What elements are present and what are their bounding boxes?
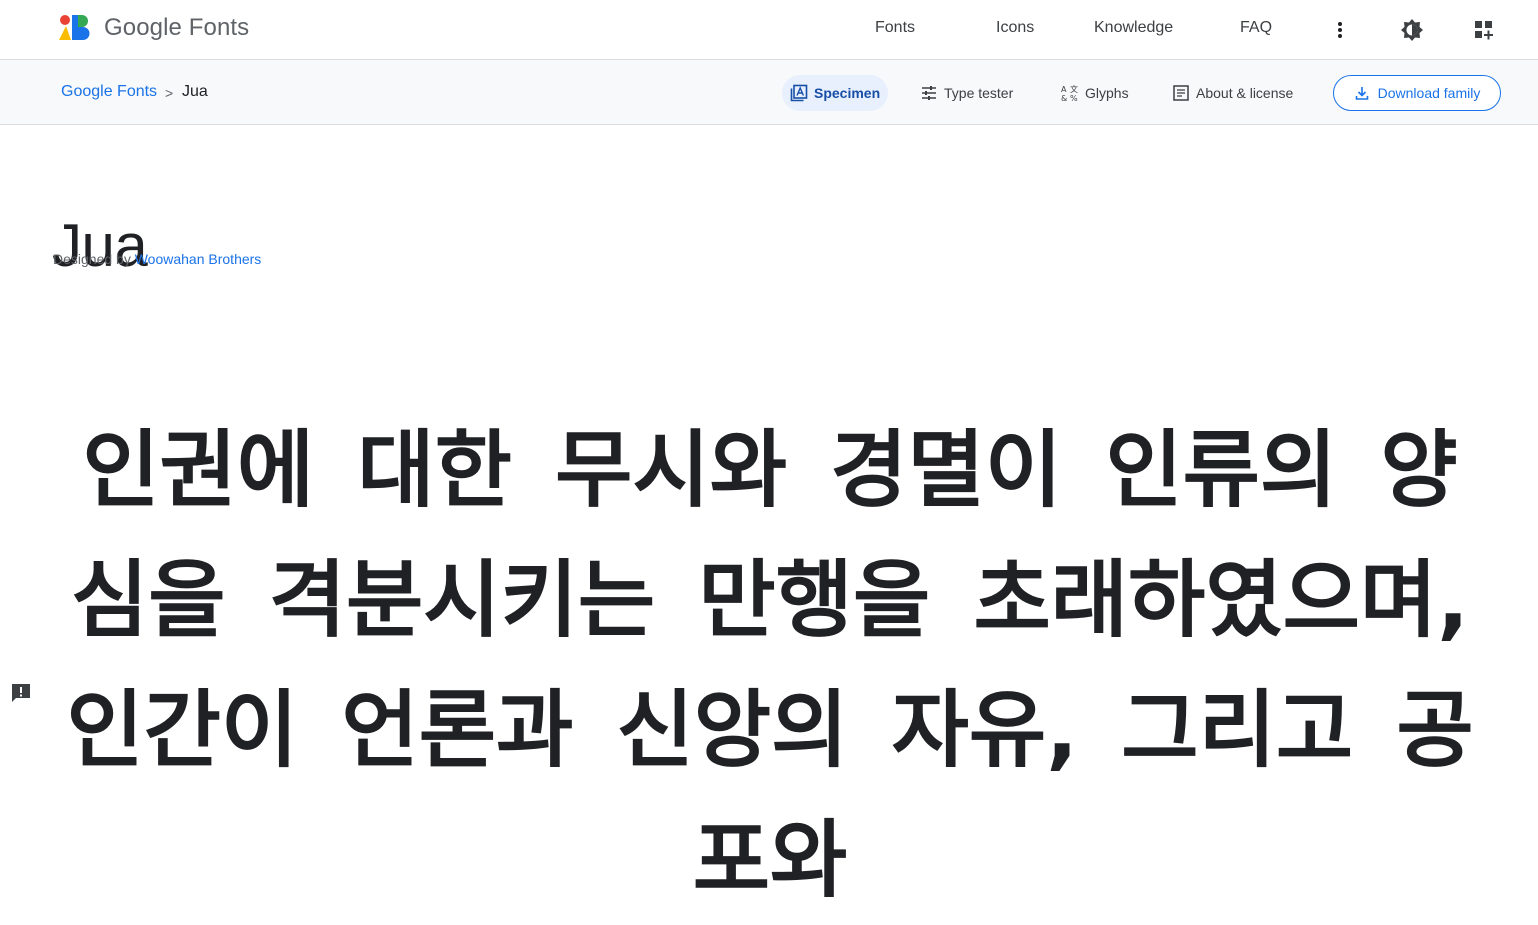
designer-credit: Designed by Woowahan Brothers xyxy=(53,251,261,267)
download-icon xyxy=(1355,87,1368,100)
tab-glyphs[interactable]: A 文 & % Glyphs xyxy=(1053,75,1137,111)
svg-text:&: & xyxy=(1061,94,1067,102)
nav-knowledge[interactable]: Knowledge xyxy=(1094,19,1173,37)
designed-by-prefix: Designed by xyxy=(53,251,131,267)
download-family-button[interactable]: Download family xyxy=(1333,75,1501,111)
tab-specimen-label: Specimen xyxy=(814,85,881,101)
glyphs-icon: A 文 & % xyxy=(1061,84,1078,102)
top-bar: Google Fonts Fonts Icons Knowledge FAQ xyxy=(0,0,1538,60)
theme-toggle-icon[interactable] xyxy=(1398,16,1426,44)
more-vert-icon[interactable] xyxy=(1326,16,1354,44)
tab-glyphs-label: Glyphs xyxy=(1085,85,1129,101)
nav-icons[interactable]: Icons xyxy=(996,19,1034,37)
tab-type-tester-label: Type tester xyxy=(944,85,1014,101)
google-fonts-logo[interactable]: Google Fonts xyxy=(58,14,249,42)
font-family-title: Jua xyxy=(52,212,148,280)
tab-specimen[interactable]: Specimen xyxy=(782,75,889,111)
breadcrumb-current: Jua xyxy=(182,83,208,100)
logo-text: Google Fonts xyxy=(104,14,250,41)
svg-text:文: 文 xyxy=(1070,84,1078,94)
tune-icon xyxy=(922,86,936,100)
tab-about-license-label: About & license xyxy=(1196,85,1294,101)
specimen-icon xyxy=(790,84,808,102)
tab-about-license[interactable]: About & license xyxy=(1164,75,1301,111)
specimen-text: 인권에 대한 무시와 경멸이 인류의 양심을 격분시키는 만행을 초래하였으며,… xyxy=(66,421,1474,909)
nav-fonts[interactable]: Fonts xyxy=(875,19,915,37)
google-fonts-logo-icon xyxy=(59,15,90,40)
download-family-label: Download family xyxy=(1377,85,1481,101)
apps-add-icon[interactable] xyxy=(1470,16,1498,44)
breadcrumb-root[interactable]: Google Fonts xyxy=(61,83,157,101)
article-icon xyxy=(1173,85,1189,101)
feedback-icon[interactable] xyxy=(10,682,32,704)
designer-link[interactable]: Woowahan Brothers xyxy=(135,251,262,267)
nav-faq[interactable]: FAQ xyxy=(1240,19,1272,37)
family-subnav: Google Fonts > Jua Specimen Type tester … xyxy=(0,60,1538,125)
svg-text:%: % xyxy=(1070,94,1078,102)
tab-type-tester[interactable]: Type tester xyxy=(912,75,1021,111)
breadcrumb-separator: > xyxy=(165,85,174,101)
svg-text:A: A xyxy=(1061,85,1067,94)
